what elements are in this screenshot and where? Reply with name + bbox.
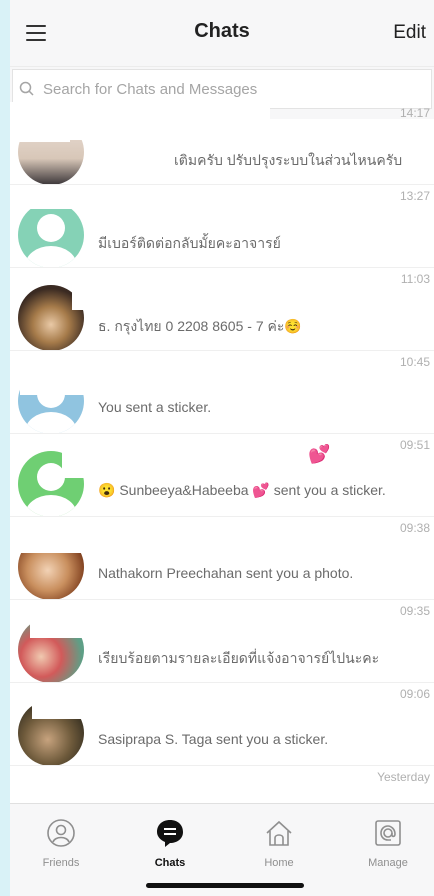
chat-list: 14:17 เติมครับ ปรับปรุงระบบในส่วนไหนครับ… xyxy=(10,102,434,849)
app-header: Chats Edit xyxy=(10,0,434,67)
chat-preview: มีเบอร์ติดต่อกลับมั้ยคะอาจารย์ xyxy=(98,235,281,251)
tab-home[interactable]: Home xyxy=(234,818,324,869)
chat-preview: เรียบร้อยตามรายละเอียดที่แจ้งอาจารย์ไปนะ… xyxy=(98,650,380,666)
chat-time: 09:51 xyxy=(399,438,430,452)
chat-time: 11:03 xyxy=(400,272,430,286)
chat-row[interactable]: 09:38 Nathakorn Preechahan sent you a ph… xyxy=(10,517,434,600)
chat-time: 09:06 xyxy=(399,687,430,701)
page-title: Chats xyxy=(194,20,250,42)
chat-preview: เติมครับ ปรับปรุงระบบในส่วนไหนครับ xyxy=(174,152,403,168)
home-indicator xyxy=(146,883,304,888)
search-icon xyxy=(19,81,34,96)
hearts-sticker-icon: 💕 xyxy=(308,444,331,464)
chat-time: 14:17 xyxy=(399,106,430,120)
chat-bubble-icon xyxy=(157,820,183,847)
chat-row[interactable]: 09:35 เรียบร้อยตามรายละเอียดที่แจ้งอาจาร… xyxy=(10,600,434,683)
home-icon xyxy=(266,820,292,846)
tab-label: Friends xyxy=(42,857,80,869)
chat-row[interactable]: 11:03 ธ. กรุงไทย 0 2208 8605 - 7 ค่ะ☺️ xyxy=(10,268,434,351)
chat-row[interactable]: 10:45 You sent a sticker. xyxy=(10,351,434,434)
default-avatar-icon xyxy=(25,214,77,267)
tab-chats[interactable]: Chats xyxy=(125,818,215,869)
search-input[interactable] xyxy=(41,79,375,99)
chat-row[interactable]: 09:06 Sasiprapa S. Taga sent you a stick… xyxy=(10,683,434,766)
chat-time: 13:27 xyxy=(399,189,430,203)
chat-preview: 😮 Sunbeeya&Habeeba 💕 sent you a sticker. xyxy=(98,482,386,498)
avatar xyxy=(18,202,84,267)
tab-label: Home xyxy=(264,857,294,869)
at-sign-icon xyxy=(375,820,401,846)
chat-time: 09:35 xyxy=(399,604,430,618)
bottom-tab-bar: Friends Chats Home Manage xyxy=(10,803,434,896)
tab-label: Chats xyxy=(154,857,186,869)
chat-row[interactable]: 💕 09:51 😮 Sunbeeya&Habeeba 💕 sent you a … xyxy=(10,434,434,517)
chat-preview: Sasiprapa S. Taga sent you a sticker. xyxy=(98,731,329,747)
chat-time: 10:45 xyxy=(399,355,430,369)
chat-time: 09:38 xyxy=(399,521,430,535)
phone-screen: Chats Edit 14:17 เติมครับ ปรับปรุงระบบใน… xyxy=(10,0,434,896)
chat-preview: You sent a sticker. xyxy=(98,399,212,415)
chat-time: Yesterday xyxy=(377,770,430,784)
chat-row[interactable]: 13:27 มีเบอร์ติดต่อกลับมั้ยคะอาจารย์ xyxy=(10,185,434,268)
tab-friends[interactable]: Friends xyxy=(16,818,106,869)
chat-preview: Nathakorn Preechahan sent you a photo. xyxy=(98,565,354,581)
tab-manage[interactable]: Manage xyxy=(343,818,433,869)
chat-row[interactable]: 14:17 เติมครับ ปรับปรุงระบบในส่วนไหนครับ xyxy=(10,102,434,185)
friends-icon xyxy=(47,819,75,847)
edit-button[interactable]: Edit xyxy=(393,22,426,44)
tab-label: Manage xyxy=(368,857,408,869)
chat-preview: ธ. กรุงไทย 0 2208 8605 - 7 ค่ะ☺️ xyxy=(98,318,302,334)
